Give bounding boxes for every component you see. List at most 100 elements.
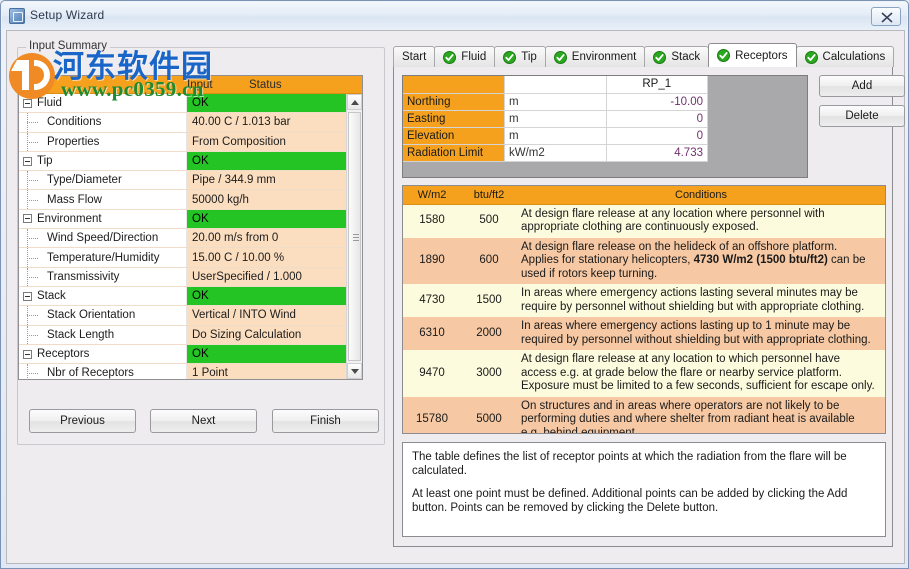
- tree-item-label: Properties: [47, 136, 99, 148]
- tab-label: Fluid: [461, 51, 486, 63]
- tree-item-value: 20.00 m/s from 0: [187, 229, 362, 247]
- tree-item-value: 50000 kg/h: [187, 190, 362, 208]
- tree-indent-line: [23, 248, 47, 266]
- radiation-conditions-table: W/m2 btu/ft2 Conditions 1580500At design…: [402, 185, 886, 434]
- tree-indent-line: [23, 133, 47, 151]
- tab-calculations[interactable]: Calculations: [796, 46, 895, 67]
- tree-row-label-cell: Stack Orientation: [19, 306, 187, 324]
- tab-start[interactable]: Start: [393, 46, 435, 67]
- conditions-btu-value: 600: [461, 238, 517, 285]
- tree-item-value: OK: [187, 94, 362, 112]
- tree-row-label-cell: Transmissivity: [19, 268, 187, 286]
- app-icon: [9, 8, 25, 24]
- conditions-description: At design flare release at any location …: [517, 350, 885, 397]
- conditions-wm2-value: 4730: [403, 284, 461, 317]
- tree-scrollbar[interactable]: [346, 94, 362, 379]
- input-summary-tree[interactable]: Data Input Status FluidOKConditions40.00…: [18, 75, 363, 380]
- conditions-wm2-value: 15780: [403, 397, 461, 435]
- conditions-row: 1580500At design flare release at any lo…: [403, 204, 885, 238]
- tab-label: Receptors: [735, 50, 787, 62]
- tab-label: Calculations: [823, 51, 886, 63]
- tree-row[interactable]: FluidOK: [19, 94, 362, 113]
- tree-item-value: OK: [187, 152, 362, 170]
- tree-row[interactable]: Mass Flow 50000 kg/h: [19, 190, 362, 209]
- check-circle-icon: [503, 51, 516, 64]
- setup-wizard-window: Setup Wizard Input Summary Data Input St…: [0, 0, 909, 569]
- conditions-description: At design flare release at any location …: [517, 204, 885, 238]
- receptor-row-unit: m: [505, 127, 607, 144]
- tab-label: Start: [402, 51, 426, 63]
- tree-row[interactable]: Type/DiameterPipe / 344.9 mm: [19, 171, 362, 190]
- finish-button[interactable]: Finish: [272, 409, 379, 433]
- tree-item-label: Tip: [37, 155, 53, 167]
- tree-item-label: Mass Flow: [47, 194, 102, 206]
- collapse-icon[interactable]: [23, 350, 32, 359]
- tree-row-label-cell: Fluid: [19, 94, 187, 112]
- grid-column-header-rp1[interactable]: RP_1: [606, 76, 708, 93]
- tree-item-value: 1 Point: [187, 364, 362, 380]
- scroll-down-button[interactable]: [347, 363, 362, 379]
- add-button[interactable]: Add: [819, 75, 905, 97]
- tree-row[interactable]: Conditions40.00 C / 1.013 bar: [19, 113, 362, 132]
- client-area: Input Summary Data Input Status FluidOKC…: [6, 30, 905, 564]
- check-circle-icon: [554, 51, 567, 64]
- tree-indent-line: [23, 229, 47, 247]
- tree-row-label-cell: Environment: [19, 210, 187, 228]
- conditions-btu-value: 500: [461, 204, 517, 238]
- receptor-row-value[interactable]: 0: [606, 110, 708, 127]
- tree-item-value: UserSpecified / 1.000: [187, 268, 362, 286]
- tab-environment[interactable]: Environment: [545, 46, 646, 67]
- tree-item-label: Temperature/Humidity: [47, 252, 159, 264]
- close-button[interactable]: [871, 7, 901, 26]
- check-circle-icon: [443, 51, 456, 64]
- tree-header-status: Status: [249, 79, 362, 91]
- tab-fluid[interactable]: Fluid: [434, 46, 495, 67]
- tree-row-label-cell: Nbr of Receptors: [19, 364, 187, 380]
- tree-row[interactable]: Properties From Composition: [19, 133, 362, 152]
- delete-button[interactable]: Delete: [819, 105, 905, 127]
- wizard-right-panel: Start Fluid TipEnvironmentStack Receptors Ca…: [393, 43, 893, 547]
- receptor-row-value[interactable]: 0: [606, 127, 708, 144]
- receptor-row-value[interactable]: -10.00: [606, 93, 708, 110]
- grid-unit-header: [505, 76, 607, 93]
- previous-button[interactable]: Previous: [29, 409, 136, 433]
- tab-stack[interactable]: Stack: [644, 46, 709, 67]
- receptor-row-value[interactable]: 4.733: [606, 144, 708, 161]
- tree-item-label: Receptors: [37, 348, 89, 360]
- tree-item-value: 15.00 C / 10.00 %: [187, 248, 362, 266]
- tab-tip[interactable]: Tip: [494, 46, 546, 67]
- tree-rows: FluidOKConditions40.00 C / 1.013 barProp…: [19, 94, 362, 380]
- collapse-icon[interactable]: [23, 157, 32, 166]
- tree-row[interactable]: Nbr of Receptors1 Point: [19, 364, 362, 380]
- conditions-row: 63102000In areas where emergency actions…: [403, 317, 885, 350]
- conditions-row: 94703000At design flare release at any l…: [403, 350, 885, 397]
- input-summary-label: Input Summary: [26, 40, 110, 52]
- tree-row[interactable]: Tip OK: [19, 152, 362, 171]
- tree-row[interactable]: Wind Speed/Direction20.00 m/s from 0: [19, 229, 362, 248]
- tree-item-value: 40.00 C / 1.013 bar: [187, 113, 362, 131]
- tree-row[interactable]: StackOK: [19, 287, 362, 306]
- conditions-btu-value: 3000: [461, 350, 517, 397]
- receptor-points-grid[interactable]: RP_1 Northingm-10.00Eastingm0Elevationm0…: [402, 75, 808, 178]
- tree-row[interactable]: TransmissivityUserSpecified / 1.000: [19, 268, 362, 287]
- check-circle-icon: [805, 51, 818, 64]
- tree-row[interactable]: ReceptorsOK: [19, 345, 362, 364]
- tree-item-value: Vertical / INTO Wind: [187, 306, 362, 324]
- tree-row[interactable]: Stack OrientationVertical / INTO Wind: [19, 306, 362, 325]
- tree-row[interactable]: Temperature/Humidity 15.00 C / 10.00 %: [19, 248, 362, 267]
- scroll-thumb[interactable]: [348, 112, 361, 361]
- collapse-icon[interactable]: [23, 99, 32, 108]
- tree-row[interactable]: Stack LengthDo Sizing Calculation: [19, 326, 362, 345]
- collapse-icon[interactable]: [23, 292, 32, 301]
- next-button[interactable]: Next: [150, 409, 257, 433]
- tree-row[interactable]: EnvironmentOK: [19, 210, 362, 229]
- conditions-wm2-value: 1580: [403, 204, 461, 238]
- tree-item-label: Type/Diameter: [47, 174, 122, 186]
- collapse-icon[interactable]: [23, 214, 32, 223]
- col-header-conditions: Conditions: [517, 186, 885, 204]
- scroll-up-button[interactable]: [347, 94, 362, 110]
- conditions-wm2-value: 1890: [403, 238, 461, 285]
- tree-item-value: From Composition: [187, 133, 362, 151]
- tree-row-label-cell: Wind Speed/Direction: [19, 229, 187, 247]
- tab-receptors[interactable]: Receptors: [708, 43, 796, 67]
